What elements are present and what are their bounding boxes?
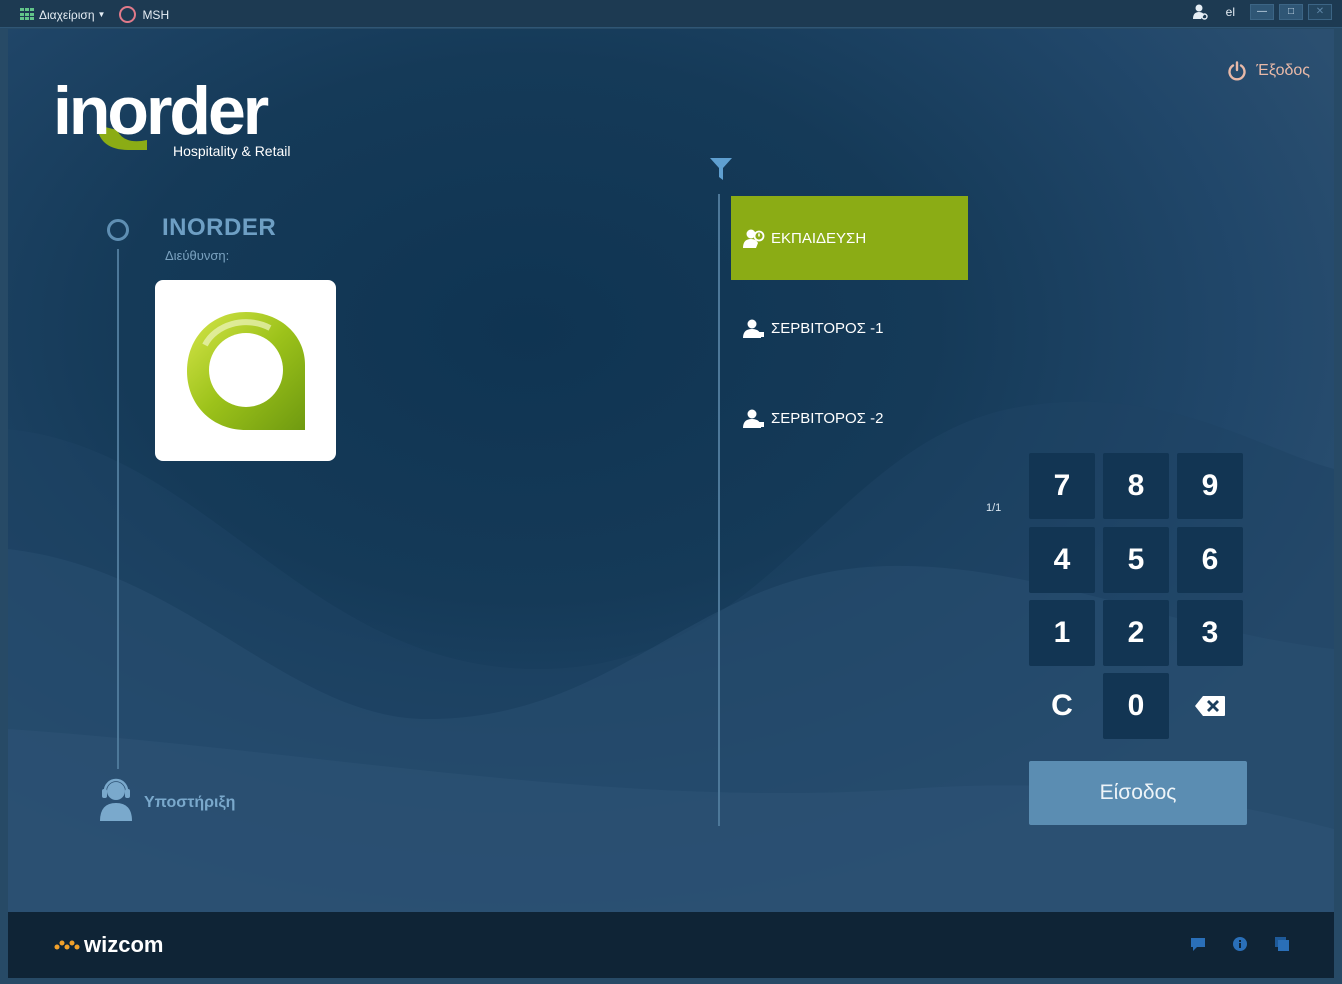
timeline-line: [117, 249, 119, 769]
wizcom-wordmark: wizcom: [84, 932, 164, 957]
windows-icon[interactable]: [1274, 936, 1290, 952]
main-panel: inorder Hospitality & Retail Έξοδος INOR…: [8, 29, 1334, 912]
station-label: MSH: [142, 7, 170, 22]
company-address-label: Διεύθυνση:: [165, 248, 230, 263]
logo-wordmark: inorder: [53, 73, 269, 149]
user-settings-icon[interactable]: [1192, 4, 1208, 20]
info-icon[interactable]: [1232, 936, 1248, 952]
station-status-icon: [119, 6, 137, 23]
numpad-key-2[interactable]: 2: [1103, 600, 1169, 666]
app-window: Διαχείριση ▼ MSH el — □ ✕ inorder Hospit…: [0, 0, 1342, 984]
trainer-user-icon: [743, 229, 765, 248]
management-menu[interactable]: Διαχείριση: [39, 8, 95, 22]
numpad-key-7[interactable]: 7: [1029, 453, 1095, 519]
page-indicator: 1/1: [986, 502, 1002, 514]
user-label: ΕΚΠΑΙΔΕΥΣΗ: [771, 229, 867, 247]
user-label: ΣΕΡΒΙΤΟΡΟΣ -2: [771, 409, 884, 427]
company-logo: [155, 280, 336, 461]
numpad-key-1[interactable]: 1: [1029, 600, 1095, 666]
language-selector[interactable]: el: [1226, 5, 1235, 19]
filter-icon[interactable]: [710, 157, 732, 181]
numpad-key-0[interactable]: 0: [1103, 673, 1169, 739]
user-item-waiter-2[interactable]: ΣΕΡΒΙΤΟΡΟΣ -2: [731, 376, 968, 460]
exit-label: Έξοδος: [1256, 62, 1310, 79]
headset-icon: [100, 778, 132, 821]
numpad-key-3[interactable]: 3: [1177, 600, 1243, 666]
user-label: ΣΕΡΒΙΤΟΡΟΣ -1: [771, 319, 884, 337]
power-icon: [1228, 61, 1246, 81]
support-button[interactable]: Υποστήριξη: [96, 777, 235, 821]
minimize-button[interactable]: —: [1250, 4, 1274, 20]
numpad-key-8[interactable]: 8: [1103, 453, 1169, 519]
numpad-key-9[interactable]: 9: [1177, 453, 1243, 519]
logo-subtitle: Hospitality & Retail: [173, 143, 291, 159]
numpad-key-5[interactable]: 5: [1103, 527, 1169, 593]
footer-bar: wizcom: [8, 912, 1334, 978]
company-logo-mark: [186, 311, 305, 430]
user-icon: [743, 409, 764, 428]
station-indicator[interactable]: MSH: [119, 6, 169, 23]
wizcom-dots-icon: [54, 940, 80, 950]
maximize-button[interactable]: □: [1279, 4, 1303, 20]
support-label: Υποστήριξη: [144, 794, 236, 811]
numpad-key-4[interactable]: 4: [1029, 527, 1095, 593]
users-divider: [718, 194, 720, 826]
user-icon: [743, 319, 764, 338]
company-marker-icon: [107, 219, 129, 241]
user-item-training[interactable]: ΕΚΠΑΙΔΕΥΣΗ: [731, 196, 968, 280]
window-bottom-border: [0, 978, 1342, 984]
numpad-clear-button[interactable]: C: [1029, 673, 1095, 739]
exit-button[interactable]: Έξοδος: [1227, 61, 1310, 81]
chevron-down-icon[interactable]: ▼: [98, 10, 106, 19]
numpad-backspace-button[interactable]: [1177, 673, 1243, 739]
title-bar: Διαχείριση ▼ MSH el — □ ✕: [0, 0, 1342, 28]
company-name: INORDER: [162, 214, 277, 241]
backspace-icon: [1195, 696, 1225, 716]
close-button[interactable]: ✕: [1308, 4, 1332, 20]
apps-grid-icon[interactable]: [20, 8, 34, 21]
chat-icon[interactable]: [1190, 936, 1206, 952]
login-button[interactable]: Είσοδος: [1029, 761, 1247, 825]
user-item-waiter-1[interactable]: ΣΕΡΒΙΤΟΡΟΣ -1: [731, 286, 968, 370]
numpad-key-6[interactable]: 6: [1177, 527, 1243, 593]
inorder-logo: inorder Hospitality & Retail: [53, 77, 303, 167]
wizcom-logo: wizcom: [54, 932, 163, 958]
